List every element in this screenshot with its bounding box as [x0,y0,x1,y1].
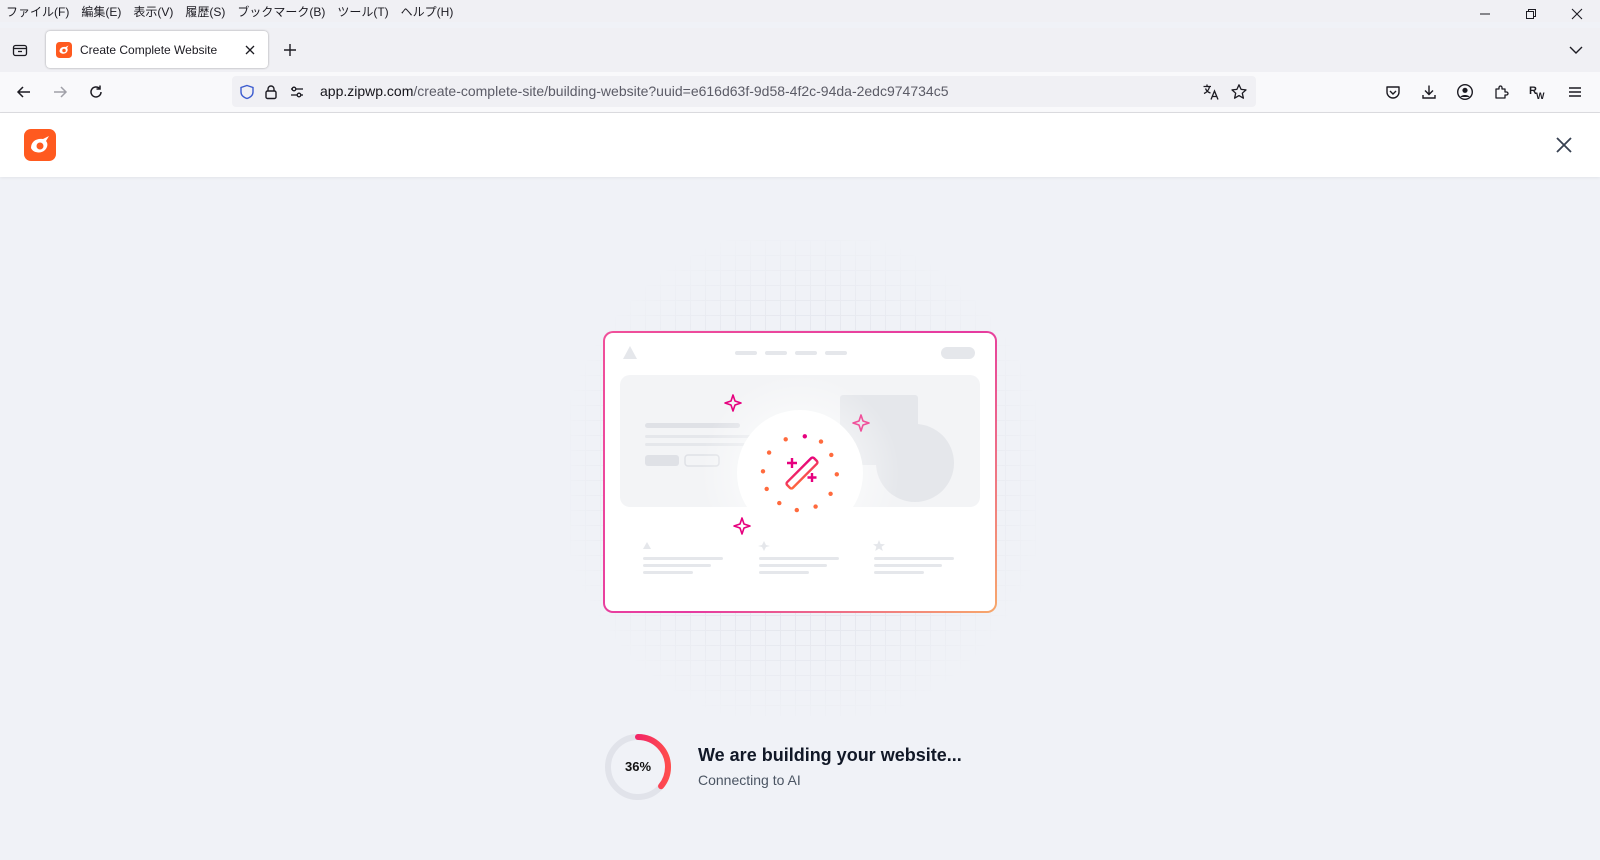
website-wireframe-graphic [620,346,980,574]
arrow-right-icon [54,86,68,98]
app-menu-button[interactable] [1565,82,1585,102]
tracking-protection-button[interactable] [238,83,256,101]
magic-center-circle [737,410,863,536]
account-button[interactable] [1455,82,1475,102]
website-preview-frame [605,333,995,611]
zipwp-favicon-icon [56,41,72,58]
site-security-button[interactable] [262,83,280,101]
minimize-icon [1480,13,1490,15]
url-text[interactable]: app.zipwp.com/create-complete-site/build… [320,76,948,107]
tab-close-button[interactable] [242,42,258,58]
restore-icon [1526,9,1536,19]
navigation-bar: app.zipwp.com/create-complete-site/build… [0,72,1600,113]
reload-button[interactable] [86,82,106,102]
menu-edit[interactable]: 編集(E) [75,3,127,20]
minimize-button[interactable] [1462,0,1508,28]
progress-ring: 36% [603,732,673,802]
progress-percent: 36% [624,759,652,774]
folder-tabs-icon [12,44,28,57]
sliders-icon [291,86,303,98]
close-icon [1556,137,1572,153]
tab-create-complete-website[interactable]: Create Complete Website [46,31,268,68]
star-icon [1231,84,1247,99]
extension-r-w-icon: RW [1529,85,1545,101]
forward-button[interactable] [50,82,70,102]
close-window-button[interactable] [1554,0,1600,28]
menu-bar: ファイル(F) 編集(E) 表示(V) 履歴(S) ブックマーク(B) ツール(… [0,0,1600,22]
downloads-button[interactable] [1419,82,1439,102]
account-icon [1456,83,1474,101]
restore-button[interactable] [1508,0,1554,28]
url-host: app.zipwp.com [320,83,414,99]
wireframe-logo-shape [623,346,637,359]
address-bar[interactable]: app.zipwp.com/create-complete-site/build… [232,76,1256,107]
bookmark-star-button[interactable] [1230,83,1248,101]
plus-icon [284,44,296,56]
menu-help[interactable]: ヘルプ(H) [395,3,460,20]
zipwp-logo-icon[interactable] [24,129,56,161]
close-icon [1571,8,1583,20]
new-tab-button[interactable] [280,40,300,60]
menu-file[interactable]: ファイル(F) [0,3,75,20]
puzzle-piece-icon [1495,85,1509,99]
lock-icon [265,85,277,100]
pocket-button[interactable] [1383,82,1403,102]
extensions-button[interactable] [1491,82,1511,102]
tab-title: Create Complete Website [80,42,218,57]
tab-bar: Create Complete Website [0,28,1600,72]
translate-button[interactable] [1202,83,1220,101]
status-title: We are building your website... [698,745,962,765]
translate-icon [1203,84,1219,100]
menu-bookmarks[interactable]: ブックマーク(B) [231,3,331,20]
permissions-button[interactable] [288,83,306,101]
pocket-icon [1386,86,1400,99]
shield-icon [240,84,254,100]
close-icon [245,45,255,54]
tab-list-button[interactable] [10,40,30,60]
svg-text:W: W [1536,91,1545,101]
url-path: /create-complete-site/building-website?u… [413,83,949,99]
status-subtitle: Connecting to AI [698,772,801,788]
reload-icon [90,85,102,98]
menu-history[interactable]: 履歴(S) [179,3,231,20]
window-controls [1462,0,1600,28]
website-preview-illustration [603,331,997,613]
hamburger-menu-icon [1569,87,1581,97]
chevron-down-icon [1569,46,1583,54]
back-button[interactable] [14,82,34,102]
app-header [0,113,1600,177]
menu-tools[interactable]: ツール(T) [331,3,394,20]
menu-view[interactable]: 表示(V) [127,3,179,20]
close-builder-button[interactable] [1552,133,1576,157]
extension-button[interactable]: RW [1527,82,1547,102]
tab-overflow-button[interactable] [1566,40,1586,60]
arrow-left-icon [16,86,30,98]
download-icon [1422,85,1436,99]
